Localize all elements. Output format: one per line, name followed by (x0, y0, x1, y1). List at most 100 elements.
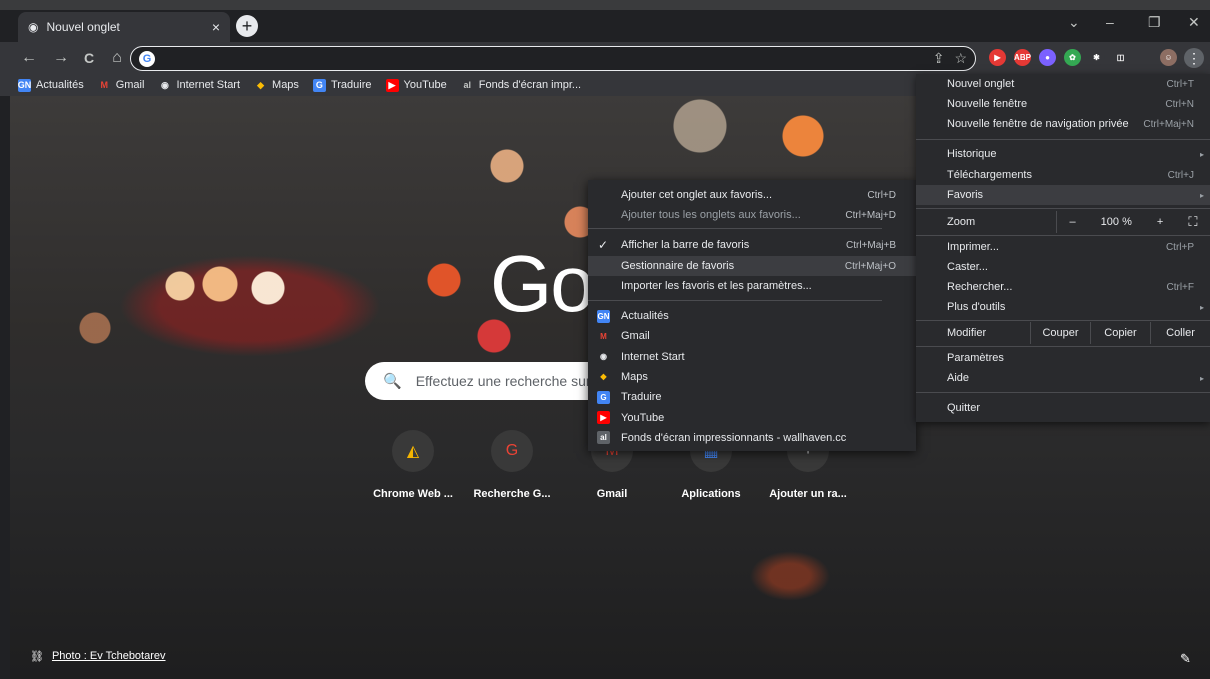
tab-close-icon[interactable]: × (212, 19, 220, 35)
shortcut-tile[interactable]: G Recherche G... (467, 430, 557, 500)
paste-button[interactable]: Coller (1150, 322, 1210, 344)
menu-item-label: Plus d'outils (947, 301, 1006, 313)
tab-nouvel-onglet[interactable]: ◉ Nouvel onglet × (18, 12, 230, 42)
bookmark-item[interactable]: M Gmail (97, 78, 144, 92)
menu-item-label: Gestionnaire de favoris (621, 260, 735, 272)
home-icon[interactable]: ⌂ (106, 49, 128, 67)
sidepanel-icon[interactable]: ◫ (1112, 49, 1129, 66)
menu-separator (916, 208, 1210, 209)
bookmark-favicon-icon: GN (597, 309, 610, 323)
share-icon[interactable]: ⇪ (933, 50, 945, 67)
back-icon[interactable]: ← (18, 49, 40, 67)
bookmark-label: Traduire (330, 79, 372, 91)
menu-history[interactable]: Historique ▸ (916, 144, 1210, 164)
close-window-button[interactable]: ✕ (1188, 14, 1200, 31)
submenu-bookmark-item[interactable]: ▶ YouTube (588, 408, 916, 428)
menu-quit[interactable]: Quitter (916, 398, 1210, 418)
menu-new-tab[interactable]: Nouvel onglet Ctrl+T (916, 74, 1210, 94)
bookmark-favicon-icon: al (597, 431, 610, 445)
bookmark-item[interactable]: G Traduire (312, 78, 372, 92)
forward-icon[interactable]: → (50, 49, 72, 67)
bookmark-label: Maps (621, 370, 648, 383)
bookmarks-submenu: Ajouter cet onglet aux favoris... Ctrl+D… (588, 180, 916, 451)
shortcut-icon: ◭ (392, 430, 434, 472)
abp-ext-icon[interactable]: ABP (1014, 49, 1031, 66)
purple-ext-icon[interactable]: ● (1039, 49, 1056, 66)
fullscreen-icon[interactable]: ⛶ (1188, 214, 1197, 230)
bookmark-favicon-icon: ◆ (597, 370, 610, 384)
reload-icon[interactable]: C (78, 50, 100, 66)
red-circle-ext-icon[interactable]: ▶ (989, 49, 1006, 66)
bookmark-item[interactable]: GN Actualités (17, 78, 84, 92)
menu-cast[interactable]: Caster... (916, 257, 1210, 277)
address-bar[interactable]: G ⇪ ☆ (130, 46, 976, 71)
menu-settings[interactable]: Paramètres (916, 348, 1210, 368)
menu-item-shortcut: Ctrl+Maj+D (845, 209, 896, 221)
menu-item-label: Afficher la barre de favoris (621, 239, 750, 251)
menu-separator (588, 228, 882, 229)
submenu-bookmark-item[interactable]: GN Actualités (588, 306, 916, 326)
menu-print[interactable]: Imprimer... Ctrl+P (916, 237, 1210, 257)
submenu-arrow-icon: ▸ (1199, 190, 1204, 200)
menu-item-label: Imprimer... (947, 241, 999, 253)
new-tab-button[interactable]: + (236, 15, 258, 37)
bookmark-favicon-icon: ▶ (385, 78, 399, 92)
menu-item-label: Paramètres (947, 352, 1004, 364)
import-bookmarks-item[interactable]: Importer les favoris et les paramètres..… (588, 276, 916, 296)
tab-search-icon[interactable]: ⌄ (1068, 14, 1080, 31)
customize-pencil-icon[interactable]: ✎ (1180, 651, 1191, 667)
green-ext-icon[interactable]: ✿ (1064, 49, 1081, 66)
search-box[interactable]: 🔍 Effectuez une recherche sur (365, 362, 615, 400)
cut-button[interactable]: Couper (1030, 322, 1090, 344)
chrome-main-menu: Nouvel onglet Ctrl+T Nouvelle fenêtre Ct… (916, 74, 1210, 422)
bookmark-label: Actualités (36, 79, 84, 91)
submenu-bookmark-item[interactable]: ◉ Internet Start (588, 347, 916, 367)
bookmark-manager-item[interactable]: Gestionnaire de favoris Ctrl+Maj+O (588, 256, 916, 276)
menu-item-shortcut: Ctrl+Maj+N (1143, 118, 1194, 130)
shortcut-tile[interactable]: ◭ Chrome Web ... (368, 430, 458, 500)
menu-item-label: Quitter (947, 402, 981, 414)
menu-help[interactable]: Aide ▸ (916, 368, 1210, 388)
zoom-out-button[interactable]: – (1070, 216, 1076, 228)
bookmark-favicon-icon: G (312, 78, 326, 92)
link-icon: ⛓ (30, 651, 44, 663)
bookmark-item[interactable]: al Fonds d'écran impr... (460, 78, 581, 92)
submenu-bookmark-item[interactable]: G Traduire (588, 387, 916, 407)
zoom-in-button[interactable]: + (1157, 216, 1163, 228)
add-all-tabs-bookmark-item[interactable]: Ajouter tous les onglets aux favoris... … (588, 205, 916, 225)
menu-item-shortcut: Ctrl+P (1165, 241, 1194, 253)
address-input[interactable] (161, 51, 861, 66)
bookmark-label: Traduire (621, 391, 662, 404)
star-icon[interactable]: ☆ (954, 50, 967, 67)
shortcut-label: Gmail (596, 488, 628, 500)
bookmark-favicon-icon: ◉ (597, 350, 610, 364)
restore-button[interactable]: ❐ (1148, 14, 1161, 31)
add-tab-bookmark-item[interactable]: Ajouter cet onglet aux favoris... Ctrl+D (588, 185, 916, 205)
chrome-menu-button[interactable]: ⋮ (1184, 48, 1204, 68)
menu-new-incognito-window[interactable]: Nouvelle fenêtre de navigation privée Ct… (916, 114, 1210, 134)
bookmark-item[interactable]: ◆ Maps (254, 78, 299, 92)
submenu-bookmark-item[interactable]: al Fonds d'écran impressionnants - wallha… (588, 428, 916, 448)
zoom-label: Zoom (947, 216, 976, 228)
menu-item-label: Nouvelle fenêtre de navigation privée (947, 118, 1129, 130)
bookmark-label: Actualités (621, 310, 669, 322)
submenu-bookmark-item[interactable]: ◆ Maps (588, 367, 916, 387)
menu-item-label: Historique (947, 148, 997, 160)
menu-find[interactable]: Rechercher... Ctrl+F (916, 277, 1210, 297)
shortcut-label: Chrome Web ... (373, 488, 453, 500)
bookmark-favicon-icon: GN (17, 78, 32, 92)
menu-new-window[interactable]: Nouvelle fenêtre Ctrl+N (916, 94, 1210, 114)
menu-downloads[interactable]: Téléchargements Ctrl+J (916, 165, 1210, 185)
submenu-bookmark-item[interactable]: M Gmail (588, 326, 916, 346)
bookmark-item[interactable]: ◉ Internet Start (158, 78, 240, 92)
bookmark-item[interactable]: ▶ YouTube (385, 78, 447, 92)
menu-bookmarks[interactable]: Favoris ▸ (916, 185, 1210, 205)
bookmark-favicon-icon: ▶ (597, 411, 610, 424)
show-bookmarks-bar-item[interactable]: ✓ Afficher la barre de favoris Ctrl+Maj+… (588, 235, 916, 255)
profile-avatar[interactable]: ☺ (1160, 49, 1177, 66)
photo-credit-link[interactable]: Photo : Ev Tchebotarev (52, 650, 166, 663)
copy-button[interactable]: Copier (1090, 322, 1150, 344)
menu-more-tools[interactable]: Plus d'outils ▸ (916, 297, 1210, 317)
minimize-button[interactable]: – (1106, 14, 1114, 30)
puzzle-ext-icon[interactable]: ✱ (1088, 49, 1105, 66)
